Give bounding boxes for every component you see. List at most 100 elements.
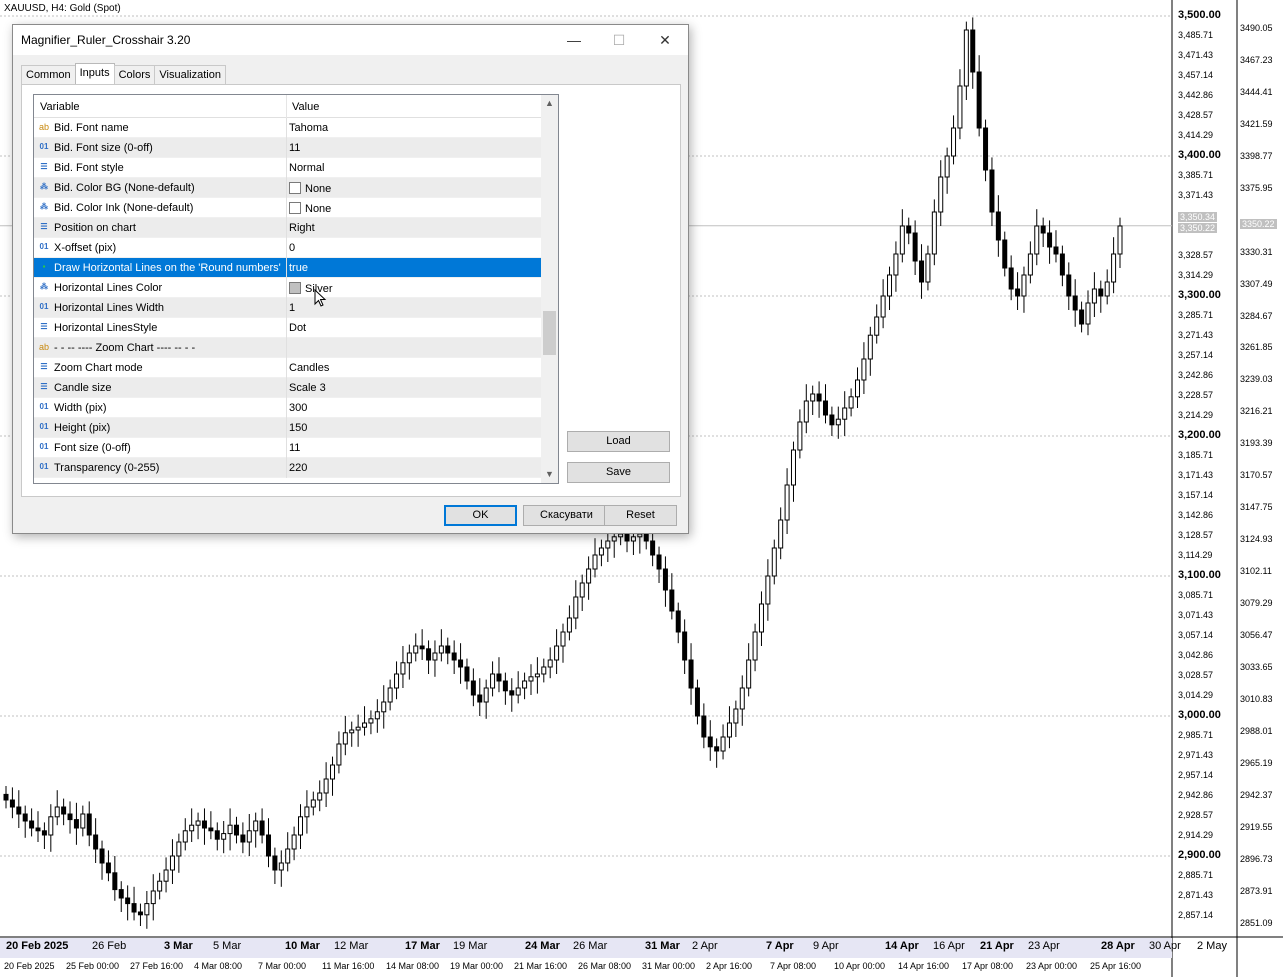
column-divider: [286, 318, 287, 338]
input-row[interactable]: 01 Bid. Font size (0-off) 11: [34, 138, 541, 158]
price-label: 3,085.71: [1178, 590, 1214, 600]
input-row[interactable]: 01 Transparency (0-255) 220: [34, 458, 541, 478]
variable-value[interactable]: None: [289, 202, 331, 215]
scrollbar-thumb[interactable]: [543, 311, 556, 355]
candle-body: [618, 533, 624, 538]
ask-price-tag: 3,350.34: [1178, 212, 1218, 222]
candle-body: [1040, 225, 1046, 234]
variable-column-header[interactable]: Variable: [40, 101, 80, 113]
input-row[interactable]: 01 Font size (0-off) 11: [34, 438, 541, 458]
date-label: 20 Feb 2025: [6, 940, 69, 952]
date-label-detail: 11 Mar 16:00: [322, 961, 375, 971]
candle-body: [803, 400, 809, 423]
variable-value[interactable]: 11: [289, 442, 300, 454]
date-label-detail: 27 Feb 16:00: [130, 961, 184, 971]
variable-value[interactable]: 1: [289, 302, 295, 314]
candle-body: [176, 841, 182, 857]
dialog-titlebar[interactable]: Magnifier_Ruler_Crosshair 3.20 — ☐ ✕: [13, 25, 688, 55]
variable-value[interactable]: Normal: [289, 162, 324, 174]
tab-inputs[interactable]: Inputs: [74, 63, 115, 86]
candle-body: [624, 533, 630, 542]
reset-button[interactable]: Reset: [604, 505, 677, 526]
candle-body: [771, 547, 777, 577]
column-divider: [286, 378, 287, 398]
input-row[interactable]: 01 Horizontal Lines Width 1: [34, 298, 541, 318]
value-column-header[interactable]: Value: [292, 101, 319, 113]
input-row[interactable]: 01 X-offset (pix) 0: [34, 238, 541, 258]
variable-value[interactable]: Candles: [289, 362, 329, 374]
bool-type-icon: ▪: [42, 262, 46, 271]
color-swatch[interactable]: [289, 282, 301, 294]
bid-price-tag: 3,350.22: [1178, 223, 1218, 233]
candle-body: [137, 911, 143, 916]
scroll-down-icon[interactable]: ▼: [541, 466, 558, 483]
variable-name: Horizontal LinesStyle: [54, 322, 158, 334]
variable-value[interactable]: None: [289, 182, 331, 195]
ok-button[interactable]: OK: [444, 505, 517, 526]
close-button[interactable]: ✕: [645, 28, 685, 52]
candle-body: [899, 225, 905, 255]
column-divider[interactable]: [286, 95, 287, 118]
tab-visualization[interactable]: Visualization: [154, 65, 226, 85]
input-row[interactable]: ⁂ Bid. Color Ink (None-default) None: [34, 198, 541, 218]
variable-value-text: 1: [289, 302, 296, 314]
grid-scrollbar[interactable]: ▲ ▼: [541, 95, 558, 483]
cancel-button[interactable]: Скасувати: [523, 505, 610, 526]
date-label: 2 May: [1197, 940, 1227, 952]
candle-body: [35, 827, 41, 832]
input-row[interactable]: 01 Width (pix) 300: [34, 398, 541, 418]
variable-value[interactable]: true: [289, 262, 308, 274]
price-label: 3,200.00: [1178, 429, 1221, 441]
input-row[interactable]: ☰ Position on chart Right: [34, 218, 541, 238]
input-row[interactable]: ☰ Zoom Chart mode Candles: [34, 358, 541, 378]
candle-body: [1002, 239, 1008, 269]
variable-name: Transparency (0-255): [54, 462, 160, 474]
variable-value[interactable]: Scale 3: [289, 382, 326, 394]
minimize-button[interactable]: —: [554, 28, 594, 52]
variable-value[interactable]: 11: [289, 142, 300, 154]
input-row[interactable]: ☰ Candle size Scale 3: [34, 378, 541, 398]
load-button[interactable]: Load: [567, 431, 670, 452]
input-row[interactable]: ⁂ Horizontal Lines Color Silver: [34, 278, 541, 298]
column-divider: [286, 198, 287, 218]
candle-body: [86, 813, 92, 836]
input-row[interactable]: ☰ Horizontal LinesStyle Dot: [34, 318, 541, 338]
save-button[interactable]: Save: [567, 462, 670, 483]
candle-body: [1072, 295, 1078, 311]
variable-name: Height (pix): [54, 422, 111, 434]
candle-body: [970, 29, 976, 73]
variable-value[interactable]: Dot: [289, 322, 306, 334]
candle-body: [387, 687, 393, 703]
variable-value[interactable]: 0: [289, 242, 295, 254]
variable-value[interactable]: 150: [289, 422, 307, 434]
input-row[interactable]: ab - - -- ---- Zoom Chart ---- -- - -: [34, 338, 541, 358]
color-swatch[interactable]: [289, 202, 301, 214]
tab-common[interactable]: Common: [21, 65, 76, 85]
candle-body: [131, 903, 137, 913]
input-row[interactable]: ☰ Bid. Font style Normal: [34, 158, 541, 178]
input-row[interactable]: ⁂ Bid. Color BG (None-default) None: [34, 178, 541, 198]
scroll-up-icon[interactable]: ▲: [541, 95, 558, 112]
variable-value[interactable]: 220: [289, 462, 307, 474]
input-row[interactable]: ab Bid. Font name Tahoma: [34, 118, 541, 138]
input-row[interactable]: 01 Height (pix) 150: [34, 418, 541, 438]
variable-name: Horizontal Lines Width: [54, 302, 165, 314]
variable-value[interactable]: Right: [289, 222, 315, 234]
date-label: 3 Mar: [164, 940, 193, 952]
candle-body: [240, 834, 246, 843]
color-swatch[interactable]: [289, 182, 301, 194]
color-type-icon: ⁂: [40, 202, 48, 211]
column-divider: [286, 158, 287, 178]
candle-body: [214, 830, 220, 840]
candle-body: [445, 645, 451, 654]
input-row[interactable]: ▪ Draw Horizontal Lines on the 'Round num…: [34, 258, 541, 278]
price-label: 3,328.57: [1178, 250, 1214, 260]
candle-body: [842, 407, 848, 420]
maximize-button[interactable]: ☐: [599, 28, 639, 52]
candle-body: [189, 824, 195, 832]
tab-colors[interactable]: Colors: [113, 65, 156, 85]
variable-value[interactable]: 300: [289, 402, 307, 414]
variable-value[interactable]: Tahoma: [289, 122, 328, 134]
price-label: 3,500.00: [1178, 9, 1221, 21]
candle-body: [534, 673, 540, 678]
